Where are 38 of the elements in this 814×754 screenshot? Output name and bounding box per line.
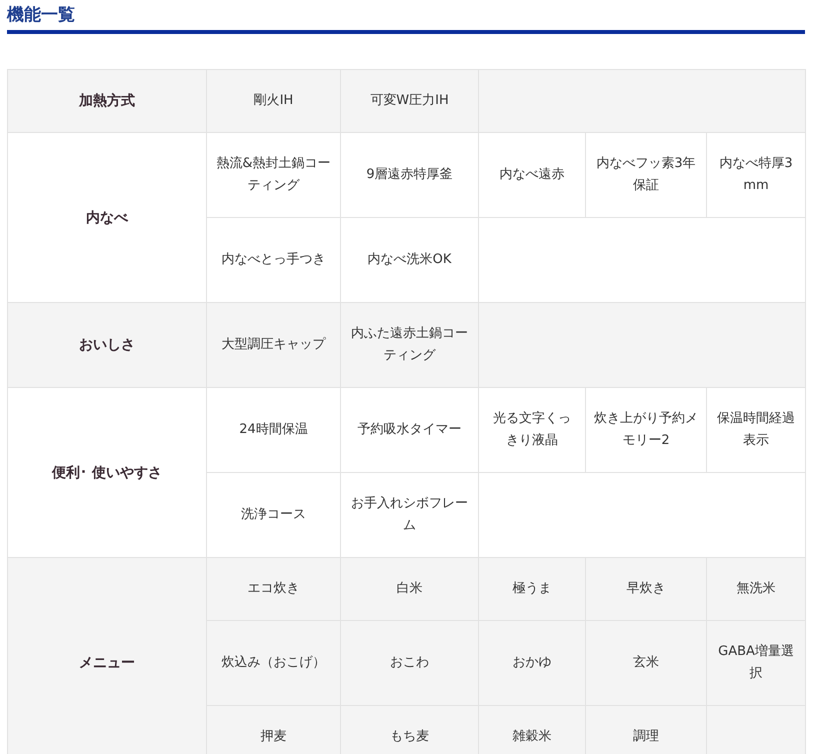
table-cell: 24時間保温 [206,388,340,472]
table-cell: 保温時間経過表示 [706,388,806,472]
table-cell: 炊込み（おこげ） [206,620,340,706]
table-cell: おかゆ [478,620,586,706]
table-cell: 洗浄コース [206,472,340,558]
table-cell: 大型調圧キャップ [206,302,340,388]
table-cell: 内ふた遠赤土鍋コーティング [340,302,478,388]
table-cell: お手入れシボフレーム [340,472,478,558]
table-cell: 9層遠赤特厚釜 [340,132,478,218]
table-cell: 剛火IH [206,70,340,132]
table-cell: 玄米 [586,620,706,706]
table-cell: 光る文字くっきり液晶 [478,388,586,472]
table-cell: 押麦 [206,706,340,754]
table-cell: 内なべフッ素3年保証 [586,132,706,218]
table-cell: 雑穀米 [478,706,586,754]
table-cell: もち麦 [340,706,478,754]
table-cell: 早炊き [586,558,706,620]
table-cell: 内なべ特厚3mm [706,132,806,218]
row-header: 加熱方式 [8,70,206,132]
table-cell: GABA増量選択 [706,620,806,706]
row-header: メニュー [8,558,206,754]
row-header: おいしさ [8,302,206,388]
row-header: 便利･ 使いやすさ [8,388,206,558]
row-header: 内なべ [8,132,206,302]
table-cell: おこわ [340,620,478,706]
table-cell: 炊き上がり予約メモリー2 [586,388,706,472]
table-cell: エコ炊き [206,558,340,620]
table-cell: 内なべ洗米OK [340,218,478,302]
table-cell: 内なべとっ手つき [206,218,340,302]
table-cell: 無洗米 [706,558,806,620]
table-cell: 熱流&熱封土鍋コーティング [206,132,340,218]
page-title: 機能一覧 [7,4,75,26]
table-cell: 可変W圧力IH [340,70,478,132]
table-cell: 極うま [478,558,586,620]
table-cell: 調理 [586,706,706,754]
table-cell: 白米 [340,558,478,620]
table-cell: 予約吸水タイマー [340,388,478,472]
table-cell: 内なべ遠赤 [478,132,586,218]
